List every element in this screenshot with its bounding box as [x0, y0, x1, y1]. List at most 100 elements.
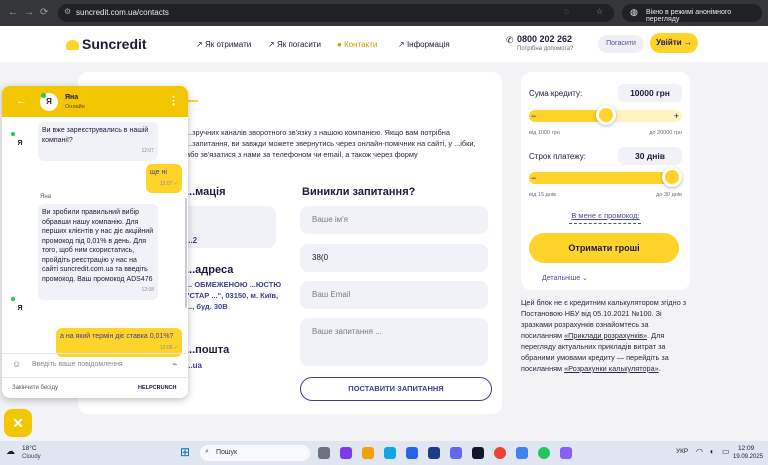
search-placeholder: Пошук: [216, 449, 238, 456]
logo[interactable]: Suncredit: [66, 36, 147, 52]
attach-icon[interactable]: ⌁: [172, 359, 177, 370]
amount-slider-handle[interactable]: [596, 105, 616, 125]
file-explorer-icon[interactable]: [362, 447, 374, 459]
minus-icon[interactable]: −: [531, 110, 536, 122]
volume-icon[interactable]: ◖: [709, 447, 714, 456]
address-text: ... ОБМЕЖЕНОЮ ...ЮСТЮ "СТАР ...", 03150,…: [186, 280, 282, 311]
copilot-icon[interactable]: [340, 447, 352, 459]
clock-time[interactable]: 12:09: [738, 445, 754, 452]
message-time: 12:08: [141, 287, 154, 293]
calculator-disclaimer: Цей блок не є кредитним калькулятором зг…: [521, 297, 691, 374]
repay-button[interactable]: Погасити: [598, 35, 644, 53]
form-title: Виникли запитання?: [302, 186, 416, 198]
forward-icon[interactable]: →: [24, 7, 34, 18]
nav-label: Як отримати: [204, 40, 252, 49]
windows-start-icon[interactable]: ⊞: [180, 445, 190, 459]
app-icon[interactable]: [560, 447, 572, 459]
chat-scrollbar[interactable]: [185, 198, 187, 308]
site-info-icon[interactable]: ⚙: [64, 7, 71, 16]
message-text: ще ні: [150, 169, 167, 176]
term-slider-handle[interactable]: [662, 167, 682, 187]
intro-text: ...зручних каналів зворотного зв'язку з …: [186, 128, 476, 159]
edge-icon[interactable]: [384, 447, 396, 459]
chat-close-button[interactable]: ✕: [4, 409, 32, 437]
online-indicator: [11, 132, 15, 136]
clock-date: 19.09.2025: [733, 454, 764, 460]
term-slider-fill: [529, 172, 672, 184]
nav-how-to-get[interactable]: ↗ Як отримати: [196, 40, 251, 49]
chat-widget: ← Я Яна Онлайн ⋮ Я Ви вже зареєструвалис…: [2, 86, 188, 398]
reload-icon[interactable]: ⟳: [40, 7, 48, 18]
term-max: до 30 днів: [656, 192, 682, 198]
mail-fragment[interactable]: ...ua: [186, 360, 202, 371]
browser-toolbar: ← → ⟳ ⚙ suncredit.com.ua/contacts ◌ ☆ ◍ …: [0, 0, 768, 26]
nav-contacts[interactable]: ● Контакти: [337, 40, 377, 49]
teams-icon[interactable]: [450, 447, 462, 459]
address-bar[interactable]: ⚙ suncredit.com.ua/contacts ◌ ☆: [58, 4, 614, 22]
phone-input[interactable]: 38(0: [300, 244, 488, 272]
amount-slider[interactable]: − +: [529, 105, 682, 125]
calculator-results-link[interactable]: «Розрахунки калькулятора»: [564, 364, 659, 373]
wifi-icon[interactable]: ◠: [696, 447, 703, 456]
star-icon[interactable]: ☆: [596, 7, 603, 16]
get-money-button[interactable]: Отримати гроші: [529, 233, 679, 263]
taskbar-search[interactable]: ⌕ Пошук: [200, 445, 310, 461]
eye-off-icon[interactable]: ◌: [564, 7, 569, 16]
task-view-icon[interactable]: [318, 447, 330, 459]
incognito-badge[interactable]: ◍ Вікно в режимі анонімного перегляду: [622, 4, 762, 23]
term-min: від 15 днів: [529, 192, 556, 198]
more-options-icon[interactable]: ⋮: [168, 94, 179, 107]
plus-icon[interactable]: +: [674, 110, 679, 122]
info-title: ...мація: [186, 186, 226, 198]
message-time: 12:07: [141, 148, 154, 154]
viber-icon[interactable]: [538, 447, 550, 459]
nav-information[interactable]: ↗ Інформація: [398, 40, 450, 49]
emoji-icon[interactable]: ☺: [12, 359, 21, 369]
incognito-label: Вікно в режимі анонімного перегляду: [646, 9, 732, 23]
login-button[interactable]: Увійти →: [650, 33, 698, 53]
chat-input-bar: ☺ Введіть ваше повідомлення ⌁: [2, 353, 188, 375]
amount-label: Сума кредиту:: [529, 89, 583, 98]
term-value[interactable]: 30 днів: [618, 147, 682, 165]
message-text: а на який термін діє ставка 0,01%?: [60, 333, 174, 340]
message-input[interactable]: Введіть ваше повідомлення: [32, 361, 123, 368]
end-chat-link[interactable]: Закінчити бесіду: [12, 385, 58, 391]
settings-icon[interactable]: [516, 447, 528, 459]
chat-header: ← Я Яна Онлайн ⋮: [2, 86, 188, 117]
phone-number[interactable]: 0800 202 262: [517, 34, 572, 44]
back-icon[interactable]: ←: [8, 7, 18, 18]
back-arrow-icon[interactable]: ←: [16, 95, 27, 107]
nav-how-to-repay[interactable]: ↗ Як погасити: [268, 40, 321, 49]
promo-code-link[interactable]: В мене є промокод:: [521, 211, 690, 220]
language-indicator[interactable]: УКР: [676, 448, 688, 455]
app-l-icon[interactable]: [428, 447, 440, 459]
store-icon[interactable]: [406, 447, 418, 459]
name-input[interactable]: Ваше ім'я: [300, 206, 488, 234]
url-text: suncredit.com.ua/contacts: [76, 8, 169, 17]
nav-label: Як погасити: [276, 40, 322, 49]
weather-icon: ☁: [6, 446, 15, 456]
online-indicator: [11, 297, 15, 301]
message-text: Ви вже зареєструвались в нашій компанії?: [42, 127, 149, 144]
sun-logo-icon: [66, 40, 79, 50]
question-textarea[interactable]: Ваше запитання ...: [300, 318, 488, 366]
nav-label: Інформація: [406, 40, 450, 49]
submit-question-button[interactable]: ПОСТАВИТИ ЗАПИТАННЯ: [300, 377, 492, 401]
nav-label: Контакти: [344, 40, 378, 49]
message-time: 12:07 ✓: [159, 180, 178, 187]
message-time: 12:09 ✓: [159, 344, 178, 351]
chrome-icon[interactable]: [494, 447, 506, 459]
email-input[interactable]: Ваш Email: [300, 281, 488, 309]
weather-temp[interactable]: 18°C: [22, 445, 37, 452]
details-toggle[interactable]: Детальніше ⌄: [542, 274, 588, 282]
online-indicator: [41, 93, 46, 98]
search-icon: ⌕: [205, 448, 209, 455]
chat-message-incoming: Ви вже зареєструвались в нашій компанії?…: [38, 122, 158, 161]
battery-icon[interactable]: ▭: [722, 447, 730, 456]
terminal-icon[interactable]: [472, 447, 484, 459]
minus-icon[interactable]: −: [531, 172, 536, 184]
amount-value[interactable]: 10000 грн: [618, 84, 682, 102]
examples-link[interactable]: «Приклади розрахунків»: [564, 331, 647, 340]
term-slider[interactable]: −: [529, 167, 682, 187]
weather-text: Cloudy: [22, 454, 41, 460]
